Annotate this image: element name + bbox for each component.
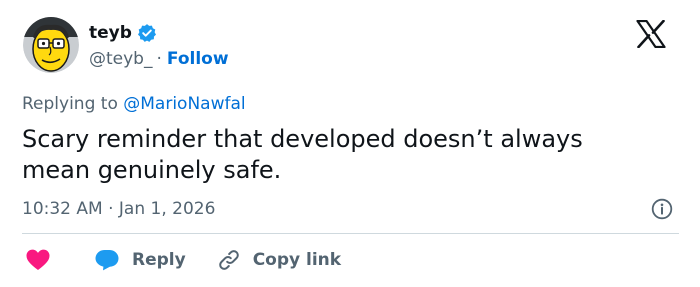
follow-button[interactable]: Follow bbox=[167, 47, 229, 71]
speech-bubble-icon bbox=[94, 248, 120, 272]
action-bar: Reply Copy link bbox=[22, 246, 341, 274]
reply-button[interactable]: Reply bbox=[94, 248, 186, 272]
replying-to-mention[interactable]: @MarioNawfal bbox=[123, 94, 245, 114]
tweet-time: 10:32 AM bbox=[22, 199, 103, 219]
verified-badge-icon bbox=[137, 23, 157, 43]
replying-to-prefix: Replying to bbox=[22, 94, 118, 114]
x-logo-icon[interactable] bbox=[636, 19, 666, 49]
info-icon[interactable] bbox=[651, 198, 673, 220]
tweet-text: Scary reminder that developed doesn’t al… bbox=[22, 125, 583, 184]
reply-label: Reply bbox=[132, 250, 186, 270]
timestamp-separator: · bbox=[108, 199, 114, 219]
author-name-row: teyb bbox=[89, 20, 157, 46]
author-display-name[interactable]: teyb bbox=[89, 20, 132, 46]
tweet-timestamp[interactable]: 10:32 AM · Jan 1, 2026 bbox=[22, 197, 215, 221]
link-icon bbox=[216, 247, 242, 273]
copy-link-button[interactable]: Copy link bbox=[216, 247, 341, 273]
like-button[interactable] bbox=[22, 248, 51, 272]
copy-link-label: Copy link bbox=[252, 250, 342, 270]
divider bbox=[22, 233, 679, 234]
tweet-date: Jan 1, 2026 bbox=[118, 199, 216, 219]
handle-row: @teyb_ · Follow bbox=[89, 47, 229, 71]
heart-icon bbox=[25, 248, 51, 272]
avatar[interactable] bbox=[23, 17, 79, 73]
author-handle[interactable]: @teyb_ bbox=[89, 47, 152, 71]
replying-to-line: Replying to @MarioNawfal bbox=[22, 92, 246, 116]
handle-separator: · bbox=[156, 49, 162, 69]
